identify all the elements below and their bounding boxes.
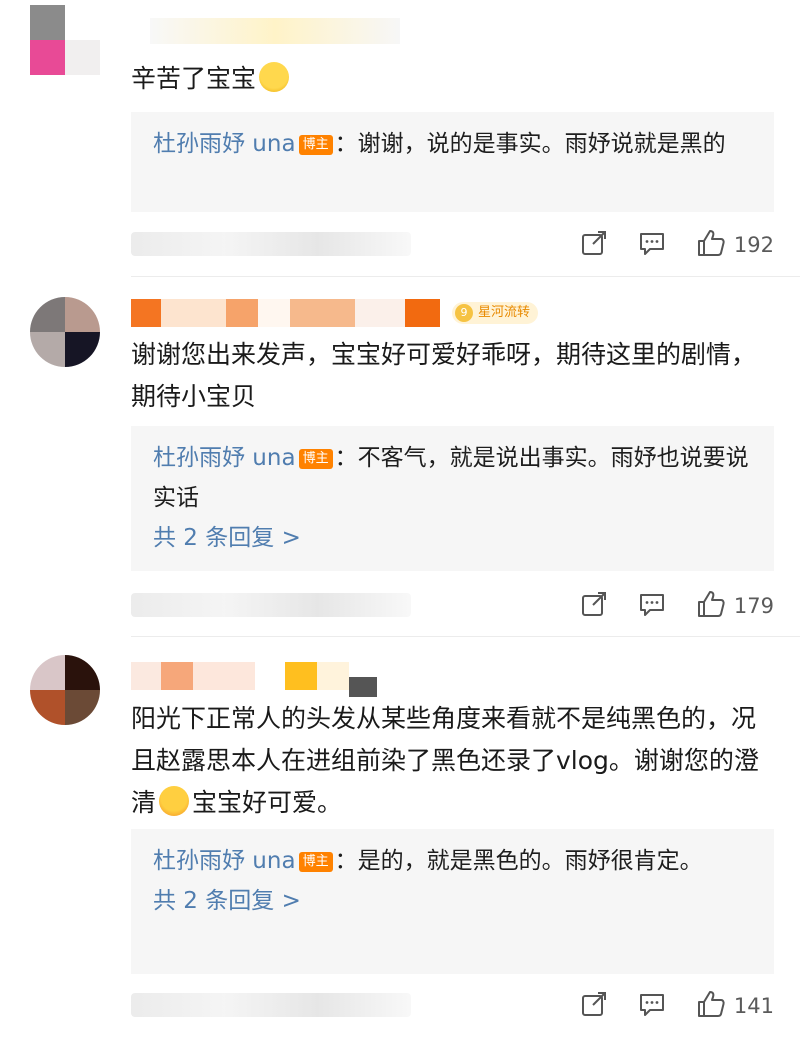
action-bar: 192 <box>550 228 774 262</box>
reply-text: ：谢谢，说的是事实。雨妤说就是黑的 <box>334 131 726 157</box>
more-replies-link[interactable]: 共 2 条回复 > <box>153 518 752 558</box>
comment-meta-blurred <box>131 993 411 1017</box>
like-icon[interactable] <box>696 228 726 262</box>
comment-1: 辛苦了宝宝 杜孙雨妤 una 博主 ：谢谢，说的是事实。雨妤说就是黑的 192 <box>0 0 800 277</box>
comment-meta-blurred <box>131 593 411 617</box>
fan-level: 9 <box>455 304 473 322</box>
username-blurred[interactable] <box>131 299 440 327</box>
like-count: 192 <box>733 233 774 257</box>
comment-3: 阳光下正常人的头发从某些角度来看就不是纯黑色的，况且赵露思本人在进组前染了黑色还… <box>0 637 800 1044</box>
crying-face-emoji <box>259 62 290 92</box>
author-badge: 博主 <box>298 135 333 155</box>
action-bar: 141 <box>550 989 774 1023</box>
comment-text: 谢谢您出来发声，宝宝好可爱好乖呀，期待这里的剧情，期待小宝贝 <box>131 340 757 411</box>
comment-icon[interactable] <box>638 990 666 1022</box>
comment-2: 9 星河流转 谢谢您出来发声，宝宝好可爱好乖呀，期待这里的剧情，期待小宝贝 杜孙雨… <box>0 277 800 637</box>
like-icon[interactable] <box>696 989 726 1023</box>
more-replies-link[interactable]: 共 2 条回复 > <box>153 881 752 921</box>
comment-meta-blurred <box>131 232 411 256</box>
like-count: 179 <box>733 594 774 618</box>
reply-author[interactable]: 杜孙雨妤 una <box>153 848 296 874</box>
action-bar: 179 <box>550 589 774 623</box>
reply-box[interactable]: 杜孙雨妤 una 博主 ：是的，就是黑色的。雨妤很肯定。 共 2 条回复 > <box>131 829 774 974</box>
comment-text: 辛苦了宝宝 <box>131 58 770 100</box>
reply-author[interactable]: 杜孙雨妤 una <box>153 445 296 471</box>
like-icon[interactable] <box>696 589 726 623</box>
repost-icon[interactable] <box>580 990 608 1022</box>
repost-icon[interactable] <box>580 590 608 622</box>
fan-badge-label: 星河流转 <box>478 305 531 320</box>
comment-icon[interactable] <box>638 590 666 622</box>
blowing-kiss-emoji <box>159 786 190 816</box>
fan-badge[interactable]: 9 星河流转 <box>452 302 539 324</box>
author-badge: 博主 <box>298 852 333 872</box>
avatar[interactable] <box>30 655 100 725</box>
avatar[interactable] <box>30 297 100 367</box>
avatar[interactable] <box>30 5 100 75</box>
reply-author[interactable]: 杜孙雨妤 una <box>153 131 296 157</box>
reply-box[interactable]: 杜孙雨妤 una 博主 ：谢谢，说的是事实。雨妤说就是黑的 <box>131 112 774 212</box>
reply-text: ：是的，就是黑色的。雨妤很肯定。 <box>334 848 703 874</box>
username-blurred[interactable] <box>131 655 377 697</box>
comment-icon[interactable] <box>638 229 666 261</box>
reply-box[interactable]: 杜孙雨妤 una 博主 ：不客气，就是说出事实。雨妤也说要说实话 共 2 条回复 > <box>131 426 774 571</box>
author-badge: 博主 <box>298 449 333 469</box>
like-count: 141 <box>733 994 774 1018</box>
comment-text: 阳光下正常人的头发从某些角度来看就不是纯黑色的，况且赵露思本人在进组前染了黑色还… <box>131 704 759 817</box>
repost-icon[interactable] <box>580 229 608 261</box>
username-blurred[interactable] <box>150 18 400 44</box>
